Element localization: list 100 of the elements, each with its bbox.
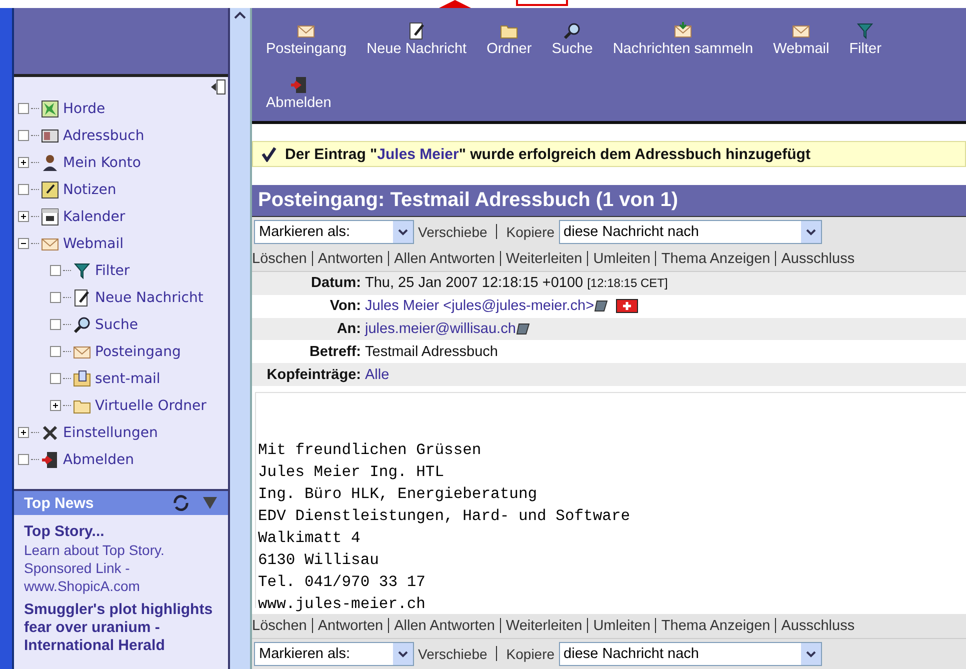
action-link[interactable]: Umleiten — [593, 250, 650, 267]
tree-item[interactable]: Abmelden — [63, 452, 134, 468]
caret-icon — [800, 642, 821, 665]
scroll-up-icon[interactable] — [234, 10, 246, 20]
notification-text: Der Eintrag "Jules Meier" wurde erfolgreich dem Adressbuch hinzugefügt — [285, 146, 810, 163]
toolbar-button[interactable]: Posteingang — [256, 20, 357, 66]
tree-item[interactable]: Horde — [63, 100, 106, 116]
tree-item[interactable]: Posteingang — [95, 344, 181, 360]
action-link[interactable]: Weiterleiten — [506, 250, 582, 267]
header-label: An: — [336, 320, 362, 337]
tree-item[interactable]: Suche — [95, 316, 138, 332]
tree-node-box — [18, 103, 29, 114]
annotation-arrow-icon — [439, 0, 471, 8]
caret-icon — [800, 220, 821, 243]
move-link[interactable]: Verschiebe — [418, 646, 488, 662]
news-text: Learn about Top Story. Sponsored Link - www.ShopicA.com — [24, 541, 166, 595]
person-icon — [41, 154, 59, 172]
tree-node-box — [50, 265, 61, 276]
note-pencil-icon — [73, 288, 91, 306]
header-label: Datum: — [310, 275, 362, 292]
action-link[interactable]: Antworten — [318, 618, 384, 634]
tree-item[interactable]: sent-mail — [95, 370, 160, 386]
search-icon — [73, 316, 91, 334]
action-link[interactable]: Antworten — [318, 250, 384, 267]
tree-item[interactable]: Kalender — [63, 208, 126, 224]
tree-item[interactable]: Virtuelle Ordner — [95, 398, 206, 414]
tree-item[interactable]: Filter — [95, 262, 130, 278]
copy-link[interactable]: Kopiere — [506, 224, 555, 240]
tree-item[interactable]: Einstellungen — [63, 424, 158, 440]
toolbar-button[interactable]: Webmail — [763, 20, 840, 66]
tree-item[interactable]: Adressbuch — [63, 128, 144, 144]
toolbar-button[interactable]: Nachrichten sammeln — [602, 20, 764, 66]
tree-item[interactable]: Webmail — [63, 236, 124, 252]
tree-node-box — [18, 184, 29, 195]
news-headline[interactable]: Smuggler's plot highlights fear over uranium - International Herald — [24, 601, 218, 655]
caret-icon — [393, 220, 413, 243]
checkmark-icon — [261, 146, 277, 162]
contact-link[interactable]: Jules Meier — [377, 146, 459, 163]
header-value[interactable]: Alle — [365, 366, 390, 383]
map-icon — [41, 100, 59, 118]
expand-toggle[interactable] — [18, 211, 29, 222]
move-link[interactable]: Verschiebe — [418, 224, 488, 240]
exit-door-icon — [41, 450, 59, 468]
action-link[interactable]: Löschen — [252, 618, 307, 634]
header-note: [12:18:15 CET] — [587, 276, 668, 290]
calendar-icon — [41, 208, 59, 226]
exit-door-icon — [290, 76, 308, 94]
header-label: Betreff: — [308, 344, 362, 360]
expand-toggle[interactable] — [18, 157, 29, 168]
action-link[interactable]: Thema Anzeigen — [661, 618, 770, 634]
news-title: Top News — [24, 494, 95, 512]
action-link[interactable]: Weiterleiten — [506, 618, 582, 634]
copy-link[interactable]: Kopiere — [506, 646, 555, 662]
tree-item[interactable]: Neue Nachricht — [95, 290, 204, 306]
action-link[interactable]: Thema Anzeigen — [661, 250, 770, 267]
envelope-download-icon — [674, 22, 692, 40]
message-title: Posteingang: Testmail Adressbuch (1 von 1) — [252, 185, 966, 217]
scrollbar[interactable] — [230, 8, 252, 669]
header-value[interactable]: Jules Meier <jules@jules-meier.ch> — [365, 298, 594, 314]
header-value: Thu, 25 Jan 2007 12:18:15 +0100 — [365, 275, 584, 292]
toolbar-button[interactable]: Neue Nachricht — [356, 20, 477, 66]
action-link[interactable]: Ausschluss — [781, 250, 855, 267]
header-value: Testmail Adressbuch — [365, 344, 498, 360]
target-folder-select[interactable]: diese Nachricht nach — [558, 642, 822, 666]
action-link[interactable]: Umleiten — [593, 618, 650, 634]
header-label: Kopfeinträge: — [266, 366, 362, 383]
toolbar-button[interactable]: Filter — [839, 20, 892, 66]
notepad-icon — [41, 180, 59, 198]
toolbar-button[interactable]: Abmelden — [256, 74, 342, 120]
action-link[interactable]: Allen Antworten — [394, 618, 495, 634]
filter-icon — [73, 262, 91, 280]
toolbar-button[interactable]: Suche — [542, 20, 603, 66]
search-icon — [563, 22, 582, 40]
news-headline[interactable]: Top Story... — [24, 523, 218, 541]
expand-toggle[interactable] — [18, 238, 29, 249]
filter-icon — [856, 22, 874, 40]
refresh-icon[interactable] — [172, 494, 190, 512]
header-value[interactable]: jules.meier@willisau.ch — [365, 320, 516, 337]
collapse-sidebar-icon[interactable] — [210, 79, 226, 95]
expand-toggle[interactable] — [18, 427, 29, 438]
tree-node-box — [50, 319, 61, 330]
tree-node-box — [50, 292, 61, 303]
dropdown-triangle-icon[interactable] — [202, 496, 218, 510]
tree-node-box — [18, 130, 29, 141]
tree-item[interactable]: Notizen — [63, 182, 116, 198]
header-label: Von: — [328, 298, 362, 314]
contact-card-icon — [41, 126, 59, 144]
action-link[interactable]: Ausschluss — [781, 618, 855, 634]
action-link[interactable]: Löschen — [252, 250, 307, 267]
tree-item[interactable]: Mein Konto — [63, 154, 141, 170]
mark-as-select[interactable]: Markieren als: — [254, 642, 414, 666]
toolbar-button[interactable]: Ordner — [476, 20, 542, 66]
action-link[interactable]: Allen Antworten — [394, 250, 495, 267]
note-pencil-icon — [408, 22, 426, 40]
target-folder-select[interactable]: diese Nachricht nach — [558, 220, 822, 244]
mark-as-select[interactable]: Markieren als: — [254, 220, 414, 244]
annotation-frame — [516, 0, 568, 6]
tree-node-box — [50, 373, 61, 384]
expand-toggle[interactable] — [50, 400, 61, 411]
folder-icon — [73, 370, 91, 388]
